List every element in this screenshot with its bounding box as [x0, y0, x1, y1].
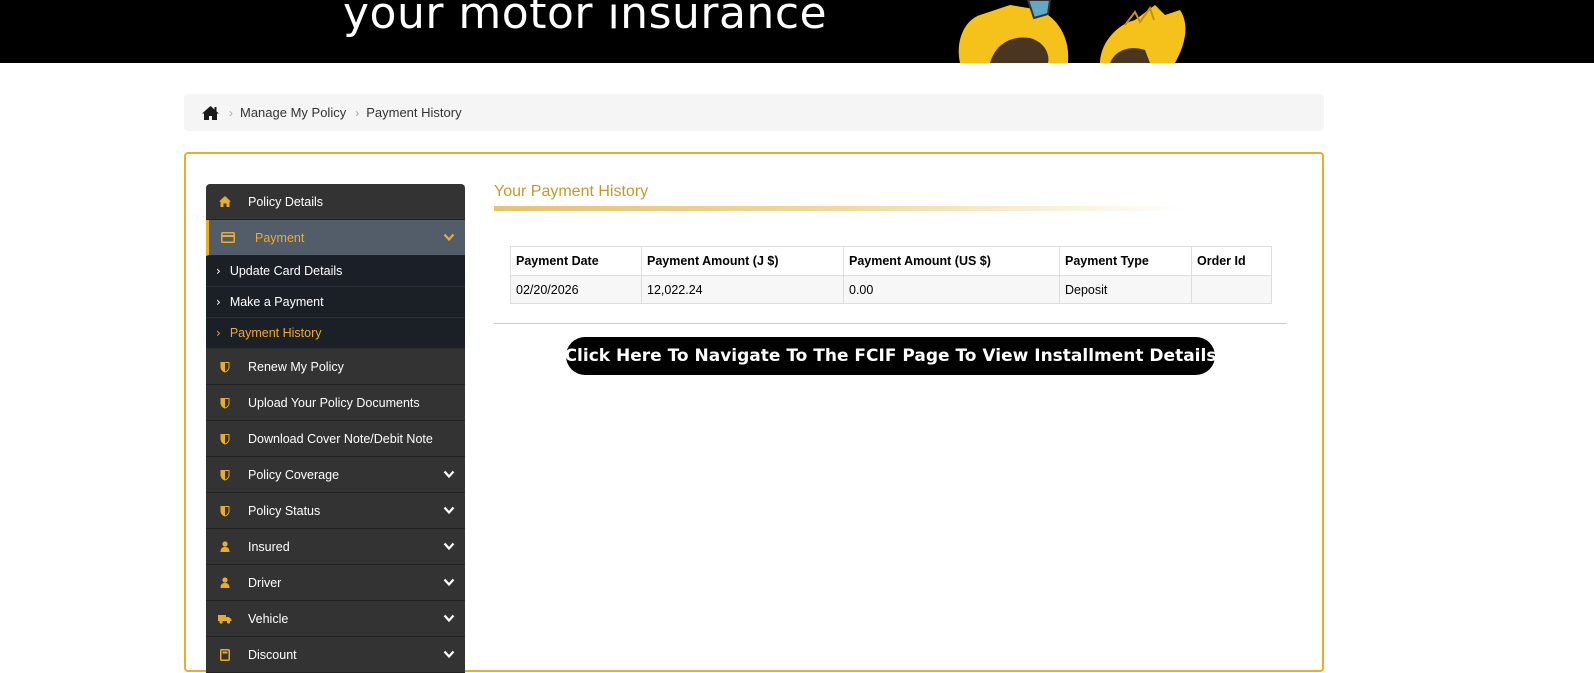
chevron-down-icon [443, 470, 455, 479]
table-row: 02/20/2026 12,022.24 0.00 Deposit [510, 275, 1272, 304]
sidebar-item-label: Discount [248, 647, 297, 662]
sidebar-item-upload-documents[interactable]: Upload Your Policy Documents [206, 385, 465, 421]
column-header: Order Id [1191, 246, 1272, 276]
chevron-down-icon [443, 506, 455, 515]
sidebar-subitem-payment-history[interactable]: › Payment History [206, 318, 465, 349]
user-icon [218, 576, 232, 589]
home-icon [218, 195, 232, 208]
chevron-down-icon [443, 542, 455, 551]
table-cell: Deposit [1059, 275, 1192, 304]
top-banner: your motor insurance [0, 0, 1594, 63]
chevron-down-icon [443, 650, 455, 659]
credit-card-icon [221, 231, 235, 244]
sidebar-item-download-cover-note[interactable]: Download Cover Note/Debit Note [206, 421, 465, 457]
fcif-installment-button[interactable]: Click Here To Navigate To The FCIF Page … [565, 337, 1216, 375]
chevron-right-icon: › [216, 264, 221, 278]
sidebar-item-label: Policy Status [248, 503, 321, 518]
column-header: Payment Date [510, 246, 642, 276]
sidebar-item-label: Payment [255, 230, 305, 245]
truck-icon [218, 612, 232, 625]
column-header: Payment Amount (J $) [641, 246, 844, 276]
chevron-down-icon [443, 614, 455, 623]
sidebar-item-payment[interactable]: Payment [206, 220, 465, 256]
sidebar-subitem-update-card-details[interactable]: › Update Card Details [206, 256, 465, 287]
banner-tagline: your motor insurance [343, 0, 828, 39]
chevron-down-icon [443, 233, 455, 242]
bird-mascot-icon [958, 0, 1186, 63]
chevron-down-icon [443, 578, 455, 587]
subitem-label: Update Card Details [229, 264, 343, 278]
chevron-right-icon: › [355, 105, 360, 120]
calculator-icon [218, 648, 232, 661]
table-cell [1191, 275, 1272, 304]
shield-icon [218, 360, 232, 373]
shield-icon [218, 504, 232, 517]
sidebar-item-policy-details[interactable]: Policy Details [206, 184, 465, 220]
user-icon [218, 540, 232, 553]
subitem-label: Payment History [229, 326, 322, 340]
page-title: Your Payment History [494, 183, 649, 200]
sidebar-item-discount[interactable]: Discount [206, 637, 465, 673]
sidebar-item-policy-coverage[interactable]: Policy Coverage [206, 457, 465, 493]
breadcrumb-manage-my-policy[interactable]: Manage My Policy [240, 105, 346, 120]
shield-icon [218, 468, 232, 481]
breadcrumb-payment-history: Payment History [366, 105, 462, 120]
sidebar-item-label: Driver [248, 575, 282, 590]
sidebar-item-label: Renew My Policy [248, 359, 344, 374]
sidebar-subitem-make-a-payment[interactable]: › Make a Payment [206, 287, 465, 318]
breadcrumb: › Manage My Policy › Payment History [184, 94, 1324, 131]
sidebar-item-label: Vehicle [248, 611, 289, 626]
table-cell: 12,022.24 [641, 275, 844, 304]
title-underline [494, 206, 1184, 211]
sidebar-item-label: Upload Your Policy Documents [248, 395, 420, 410]
shield-icon [218, 432, 232, 445]
sidebar-item-insured[interactable]: Insured [206, 529, 465, 565]
column-header: Payment Type [1059, 246, 1192, 276]
divider [494, 323, 1287, 324]
sidebar-item-label: Policy Details [248, 194, 324, 209]
payment-history-table: Payment Date Payment Amount (J $) Paymen… [510, 246, 1272, 304]
home-icon[interactable] [201, 105, 220, 121]
sidebar-item-label: Policy Coverage [248, 467, 340, 482]
subitem-label: Make a Payment [229, 295, 324, 309]
sidebar-item-label: Insured [248, 539, 290, 554]
chevron-right-icon: › [216, 326, 221, 340]
chevron-right-icon: › [229, 105, 233, 120]
sidebar-item-label: Download Cover Note/Debit Note [248, 431, 433, 446]
sidebar-item-vehicle[interactable]: Vehicle [206, 601, 465, 637]
sidebar-item-policy-status[interactable]: Policy Status [206, 493, 465, 529]
chevron-right-icon: › [216, 295, 221, 309]
sidebar-item-driver[interactable]: Driver [206, 565, 465, 601]
table-header-row: Payment Date Payment Amount (J $) Paymen… [510, 246, 1272, 276]
shield-icon [218, 396, 232, 409]
table-cell: 0.00 [843, 275, 1060, 304]
sidebar-item-renew-my-policy[interactable]: Renew My Policy [206, 349, 465, 385]
sidebar: Policy Details Payment › Update Card Det… [206, 184, 465, 673]
table-cell: 02/20/2026 [510, 275, 642, 304]
column-header: Payment Amount (US $) [843, 246, 1060, 276]
